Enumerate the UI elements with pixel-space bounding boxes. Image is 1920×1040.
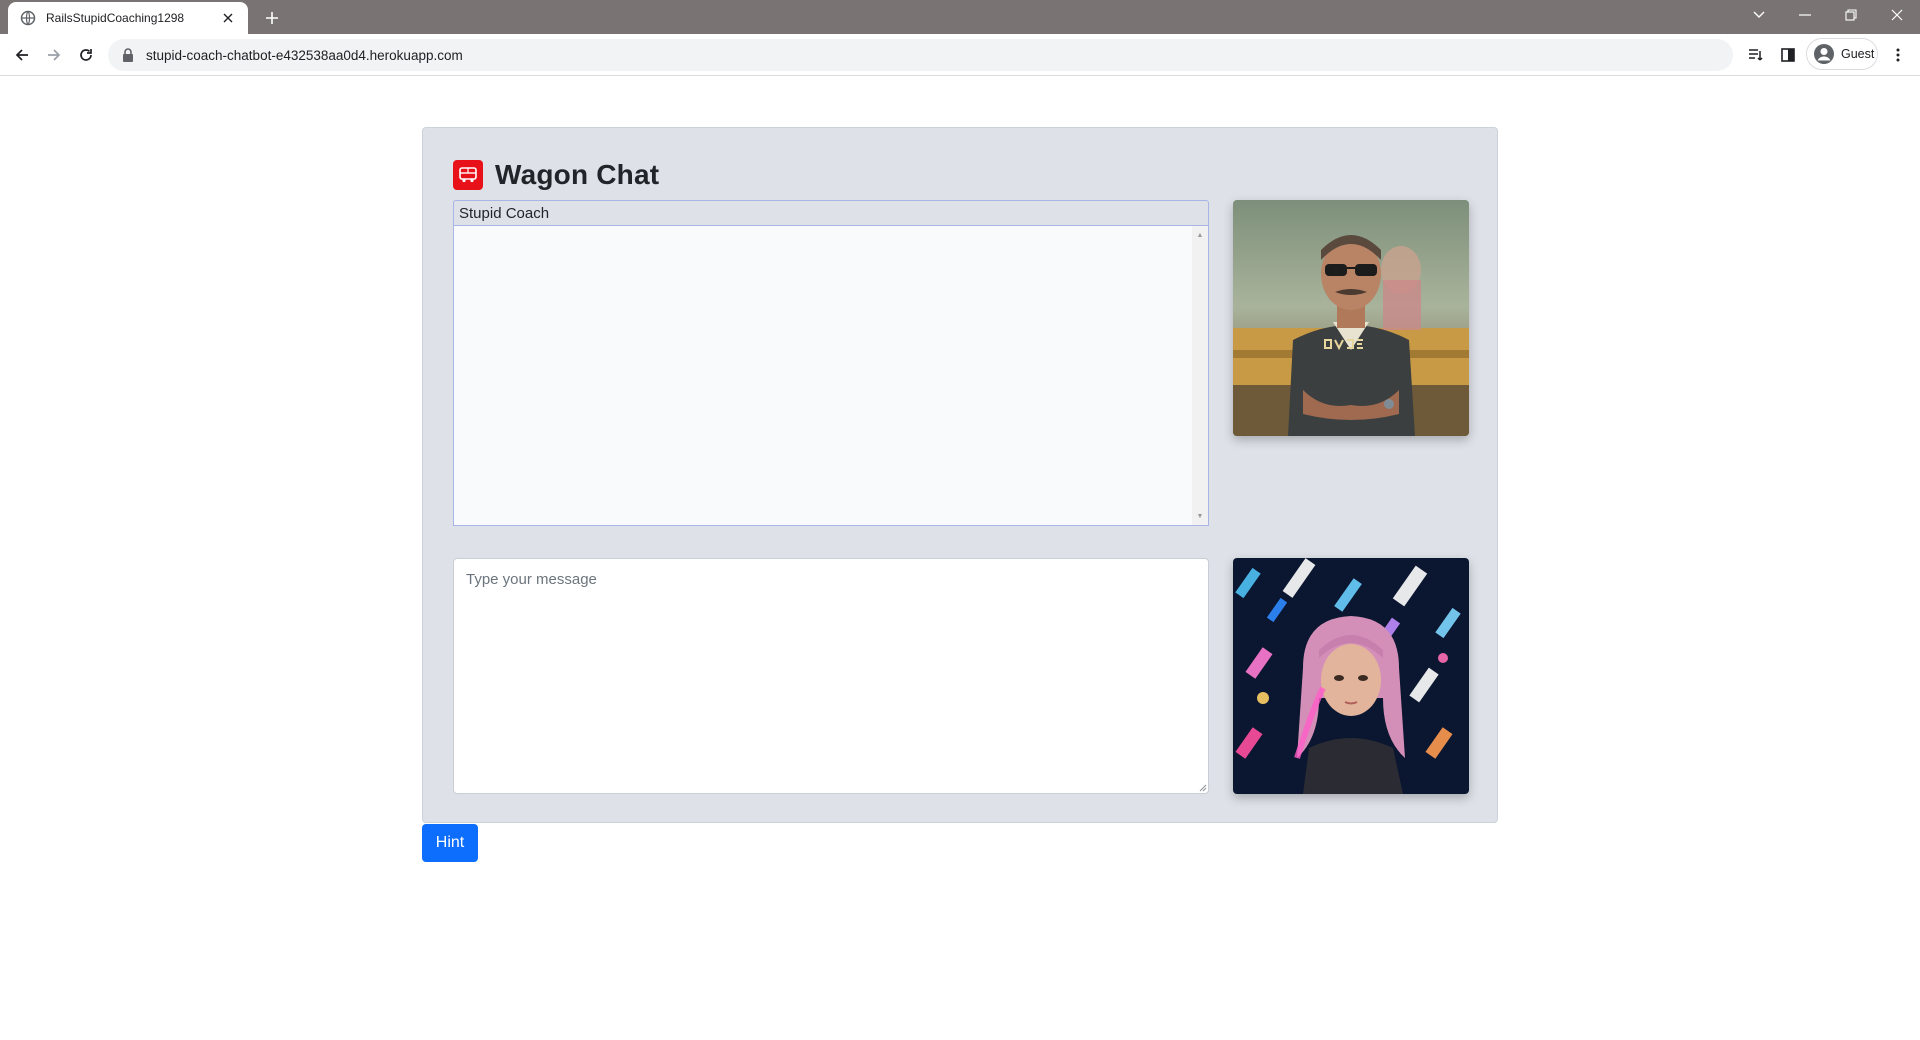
forward-arrow-icon[interactable] <box>42 43 66 67</box>
new-tab-icon[interactable] <box>260 6 284 30</box>
resize-grip-icon[interactable] <box>1199 784 1207 792</box>
address-bar[interactable]: stupid-coach-chatbot-e432538aa0d4.heroku… <box>108 39 1733 71</box>
browser-toolbar: stupid-coach-chatbot-e432538aa0d4.heroku… <box>0 34 1920 76</box>
chat-log[interactable]: ▲ ▼ <box>453 225 1209 526</box>
back-arrow-icon[interactable] <box>10 43 34 67</box>
reload-icon[interactable] <box>74 43 98 67</box>
chat-log-label: Stupid Coach <box>453 200 1209 226</box>
tab-search-icon[interactable] <box>1736 0 1782 30</box>
window-close-icon[interactable] <box>1874 0 1920 30</box>
chat-header: Wagon Chat <box>453 158 659 192</box>
browser-tabstrip: RailsStupidCoaching1298 <box>0 0 1920 34</box>
reading-list-icon[interactable] <box>1744 43 1768 67</box>
hint-button[interactable]: Hint <box>422 824 478 862</box>
chat-card: Wagon Chat Stupid Coach ▲ ▼ <box>422 127 1498 823</box>
lock-icon <box>123 48 133 62</box>
tab-title: RailsStupidCoaching1298 <box>46 11 185 25</box>
close-icon[interactable] <box>218 8 238 28</box>
side-panel-icon[interactable] <box>1776 43 1800 67</box>
menu-dots-icon[interactable] <box>1886 43 1910 67</box>
coach-avatar-image <box>1233 200 1469 436</box>
browser-tab[interactable]: RailsStupidCoaching1298 <box>8 2 248 34</box>
restore-icon[interactable] <box>1828 0 1874 30</box>
globe-icon <box>20 10 36 26</box>
chat-log-scrollbar[interactable]: ▲ ▼ <box>1192 226 1208 525</box>
page-title: Wagon Chat <box>495 159 660 190</box>
profile-label: Guest <box>1841 47 1875 61</box>
scroll-up-icon[interactable]: ▲ <box>1192 228 1208 242</box>
person-icon <box>1814 44 1834 64</box>
minimize-icon[interactable] <box>1782 0 1828 30</box>
bus-icon <box>453 160 483 190</box>
url-text: stupid-coach-chatbot-e432538aa0d4.heroku… <box>146 47 463 63</box>
user-avatar-image <box>1233 558 1469 794</box>
message-input[interactable] <box>453 558 1209 794</box>
scroll-down-icon[interactable]: ▼ <box>1192 509 1208 523</box>
profile-button[interactable]: Guest <box>1806 38 1878 70</box>
